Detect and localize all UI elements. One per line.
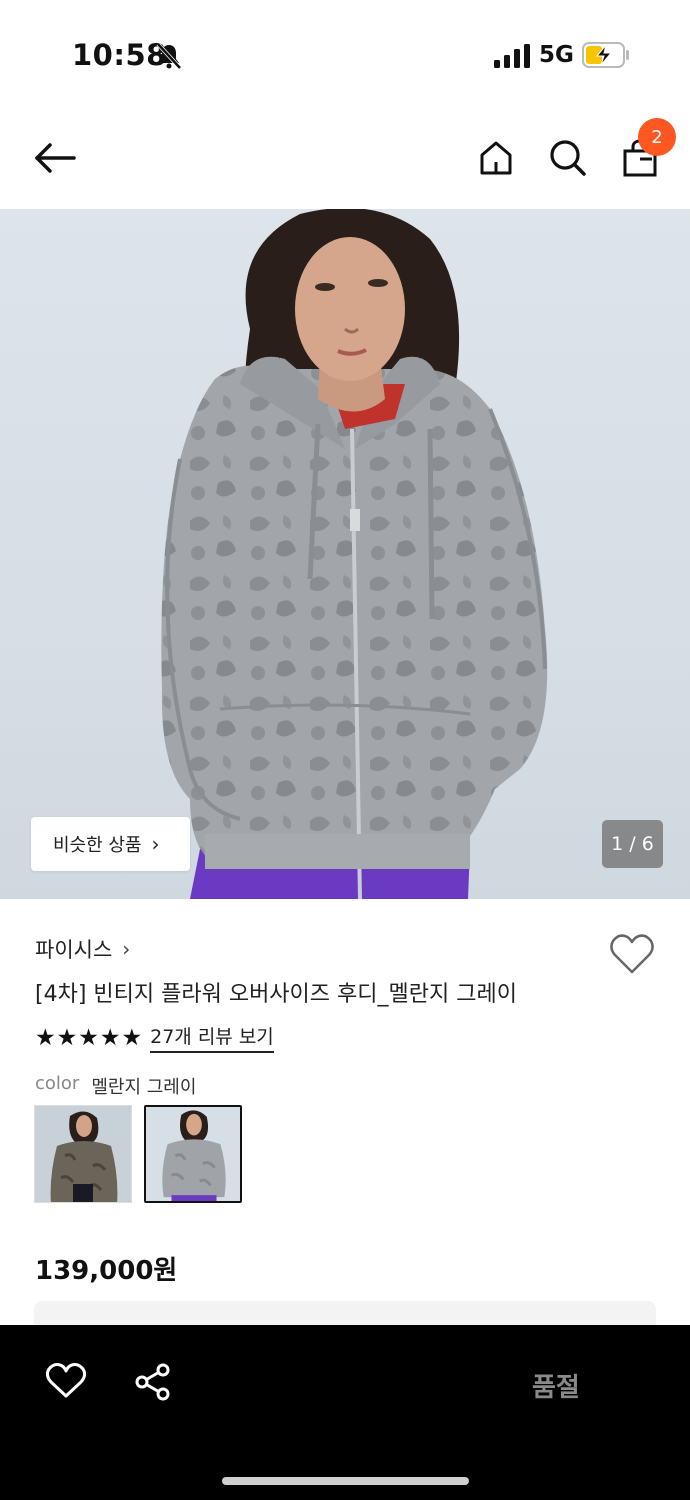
network-type: 5G xyxy=(539,42,574,68)
rating-row: ★ ★ ★ ★ ★ 27개 리뷰 보기 xyxy=(35,1022,274,1053)
bell-off-icon xyxy=(156,42,182,70)
swatch-thumbnail xyxy=(146,1107,240,1201)
star-icon: ★ xyxy=(56,1024,78,1051)
color-value: 멜란지 그레이 xyxy=(91,1077,197,1098)
search-icon xyxy=(550,140,586,176)
status-time: 10:58 xyxy=(72,38,167,72)
color-label: color xyxy=(35,1073,80,1094)
product-title: [4차] 빈티지 플라워 오버사이즈 후디_멜란지 그레이 xyxy=(35,982,517,1007)
review-link[interactable]: 27개 리뷰 보기 xyxy=(150,1022,274,1053)
color-swatch-melange-gray[interactable] xyxy=(144,1105,242,1203)
image-page-indicator: 1 / 6 xyxy=(602,820,663,868)
battery-charging-icon xyxy=(582,42,629,68)
status-bar: 10:58 5G xyxy=(0,0,690,110)
product-image-carousel[interactable]: 비슷한 상품 › 1 / 6 xyxy=(0,209,690,899)
product-price: 139,000원 xyxy=(35,1256,178,1286)
star-rating: ★ ★ ★ ★ ★ xyxy=(35,1024,142,1052)
brand-link[interactable]: 파이시스 › xyxy=(35,934,130,964)
signal-icon xyxy=(494,44,530,68)
home-button[interactable] xyxy=(474,136,518,180)
soldout-button[interactable]: 품절 xyxy=(532,1367,580,1404)
similar-products-button[interactable]: 비슷한 상품 › xyxy=(31,817,190,871)
color-swatches xyxy=(34,1105,242,1203)
star-icon: ★ xyxy=(78,1024,99,1051)
star-icon: ★ xyxy=(121,1024,143,1051)
swatch-thumbnail xyxy=(35,1106,131,1202)
star-icon: ★ xyxy=(99,1024,121,1051)
bottom-action-bar: 품절 xyxy=(0,1325,690,1500)
home-icon xyxy=(480,141,512,175)
product-photo xyxy=(161,209,548,899)
heart-icon[interactable] xyxy=(46,1363,86,1399)
arrow-left-icon xyxy=(35,143,76,173)
chevron-right-icon: › xyxy=(122,937,131,961)
color-row: color 멜란지 그레이 xyxy=(35,1073,196,1099)
chevron-right-icon: › xyxy=(151,832,160,856)
back-button[interactable] xyxy=(33,136,77,180)
top-navigation: 2 xyxy=(0,110,690,208)
similar-products-label: 비슷한 상품 xyxy=(53,835,142,856)
home-indicator[interactable] xyxy=(222,1477,469,1485)
cart-count-badge: 2 xyxy=(638,118,676,156)
star-icon: ★ xyxy=(35,1024,56,1051)
wishlist-heart-icon[interactable] xyxy=(609,933,655,975)
share-icon[interactable] xyxy=(134,1363,172,1401)
color-swatch-dark[interactable] xyxy=(34,1105,132,1203)
brand-name: 파이시스 xyxy=(35,938,113,962)
search-button[interactable] xyxy=(546,136,590,180)
